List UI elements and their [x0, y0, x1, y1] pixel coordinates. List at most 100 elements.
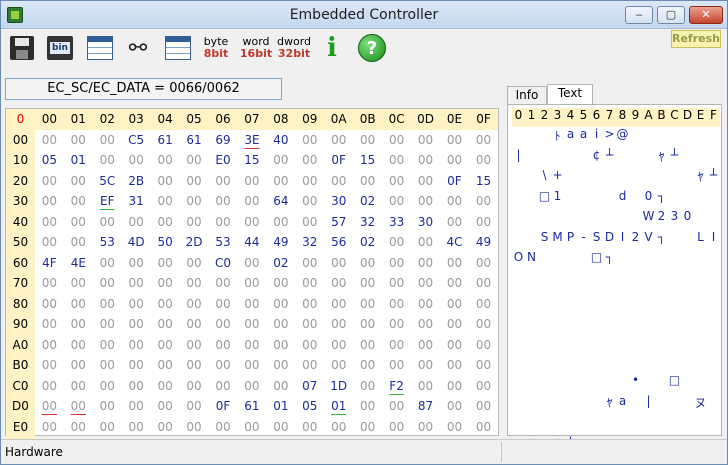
hex-cell[interactable]: 00	[180, 273, 209, 294]
hex-cell[interactable]: 00	[237, 335, 266, 356]
hex-cell[interactable]: 00	[151, 273, 180, 294]
hex-cell[interactable]: 56	[324, 232, 353, 253]
hex-cell[interactable]: 00	[382, 396, 411, 417]
hex-cell[interactable]: 33	[382, 212, 411, 233]
hex-cell[interactable]: F2	[382, 376, 411, 397]
hex-cell[interactable]: 00	[295, 253, 324, 274]
hex-cell[interactable]: 00	[469, 396, 498, 417]
hex-cell[interactable]: 00	[295, 130, 324, 151]
hex-cell[interactable]: 00	[93, 355, 122, 376]
hex-cell[interactable]: 00	[180, 191, 209, 212]
hex-cell[interactable]: 00	[151, 417, 180, 438]
hex-cell[interactable]: 00	[295, 294, 324, 315]
hex-cell[interactable]: 50	[151, 232, 180, 253]
hex-cell[interactable]: 00	[151, 150, 180, 171]
hex-cell[interactable]: 40	[266, 130, 295, 151]
hex-cell[interactable]: 53	[93, 232, 122, 253]
hex-cell[interactable]: 00	[93, 294, 122, 315]
hex-cell[interactable]: 00	[93, 130, 122, 151]
hex-cell[interactable]: 00	[35, 191, 64, 212]
table-view-button[interactable]	[163, 33, 193, 63]
help-button[interactable]: ?	[357, 33, 387, 63]
hex-cell[interactable]: 00	[151, 191, 180, 212]
hex-cell[interactable]: 00	[469, 376, 498, 397]
hex-cell[interactable]: 4F	[35, 253, 64, 274]
open-table-button[interactable]	[85, 33, 115, 63]
hex-cell[interactable]: 01	[324, 396, 353, 417]
hex-cell[interactable]: 00	[411, 335, 440, 356]
hex-cell[interactable]: 00	[469, 314, 498, 335]
hex-cell[interactable]: 00	[382, 191, 411, 212]
hex-cell[interactable]: 00	[64, 212, 93, 233]
hex-cell[interactable]: 00	[237, 253, 266, 274]
hex-cell[interactable]: 00	[64, 355, 93, 376]
hex-cell[interactable]: 00	[440, 253, 469, 274]
hex-cell[interactable]: 00	[353, 294, 382, 315]
hex-cell[interactable]: 00	[35, 376, 64, 397]
hex-cell[interactable]: 3E	[237, 130, 266, 151]
hex-cell[interactable]: 00	[324, 253, 353, 274]
hex-cell[interactable]: 00	[469, 355, 498, 376]
hex-cell[interactable]: 4C	[440, 232, 469, 253]
hex-cell[interactable]: 00	[180, 396, 209, 417]
hex-cell[interactable]: 00	[324, 130, 353, 151]
hex-cell[interactable]: 00	[469, 191, 498, 212]
dword-32bit-button[interactable]: dword 32bit	[277, 33, 311, 63]
hex-cell[interactable]: 00	[209, 355, 238, 376]
hex-cell[interactable]: 0F	[324, 150, 353, 171]
hex-cell[interactable]: 00	[151, 376, 180, 397]
hex-cell[interactable]: 00	[93, 396, 122, 417]
hex-cell[interactable]: 00	[440, 273, 469, 294]
hex-cell[interactable]: 0F	[440, 171, 469, 192]
hex-cell[interactable]: 00	[64, 273, 93, 294]
hex-cell[interactable]: 00	[237, 417, 266, 438]
hex-cell[interactable]: 00	[353, 273, 382, 294]
hex-cell[interactable]: 00	[93, 335, 122, 356]
save-binary-button[interactable]: bin	[45, 33, 75, 63]
hex-cell[interactable]: 00	[151, 294, 180, 315]
find-button[interactable]: ⚯	[123, 33, 153, 63]
hex-cell[interactable]: 31	[122, 191, 151, 212]
hex-cell[interactable]: 00	[411, 253, 440, 274]
hex-cell[interactable]: 00	[64, 191, 93, 212]
hex-cell[interactable]: 00	[266, 355, 295, 376]
hex-cell[interactable]: 00	[64, 396, 93, 417]
hex-cell[interactable]: 02	[353, 232, 382, 253]
hex-cell[interactable]: 00	[324, 335, 353, 356]
hex-cell[interactable]: 00	[180, 417, 209, 438]
hex-cell[interactable]: 00	[209, 417, 238, 438]
hex-cell[interactable]: 02	[353, 191, 382, 212]
hex-cell[interactable]: 00	[209, 273, 238, 294]
hex-cell[interactable]: 69	[209, 130, 238, 151]
hex-cell[interactable]: 00	[440, 150, 469, 171]
hex-cell[interactable]: 00	[382, 417, 411, 438]
hex-cell[interactable]: 00	[411, 376, 440, 397]
hex-cell[interactable]: 00	[237, 273, 266, 294]
hex-cell[interactable]: 30	[324, 191, 353, 212]
info-button[interactable]: i	[317, 33, 347, 63]
hex-cell[interactable]: 00	[353, 417, 382, 438]
hex-cell[interactable]: 00	[122, 273, 151, 294]
hex-cell[interactable]: 00	[180, 294, 209, 315]
hex-cell[interactable]: 4E	[64, 253, 93, 274]
refresh-button[interactable]: Refresh	[671, 30, 721, 48]
tab-text[interactable]: Text	[547, 84, 593, 105]
hex-cell[interactable]: C0	[209, 253, 238, 274]
hex-cell[interactable]: 00	[64, 294, 93, 315]
hex-cell[interactable]: 00	[411, 314, 440, 335]
hex-cell[interactable]: 00	[440, 355, 469, 376]
hex-cell[interactable]: 00	[237, 294, 266, 315]
hex-cell[interactable]: 00	[237, 212, 266, 233]
hex-cell[interactable]: 00	[469, 212, 498, 233]
hex-cell[interactable]: 00	[411, 273, 440, 294]
hex-cell[interactable]: E0	[209, 150, 238, 171]
hex-cell[interactable]: 00	[93, 253, 122, 274]
hex-cell[interactable]: 00	[266, 376, 295, 397]
hex-cell[interactable]: 00	[180, 355, 209, 376]
hex-cell[interactable]: 00	[440, 130, 469, 151]
hex-cell[interactable]: 00	[180, 335, 209, 356]
hex-cell[interactable]: 00	[35, 171, 64, 192]
hex-cell[interactable]: 00	[411, 171, 440, 192]
hex-cell[interactable]: 00	[295, 212, 324, 233]
hex-cell[interactable]: 00	[64, 171, 93, 192]
